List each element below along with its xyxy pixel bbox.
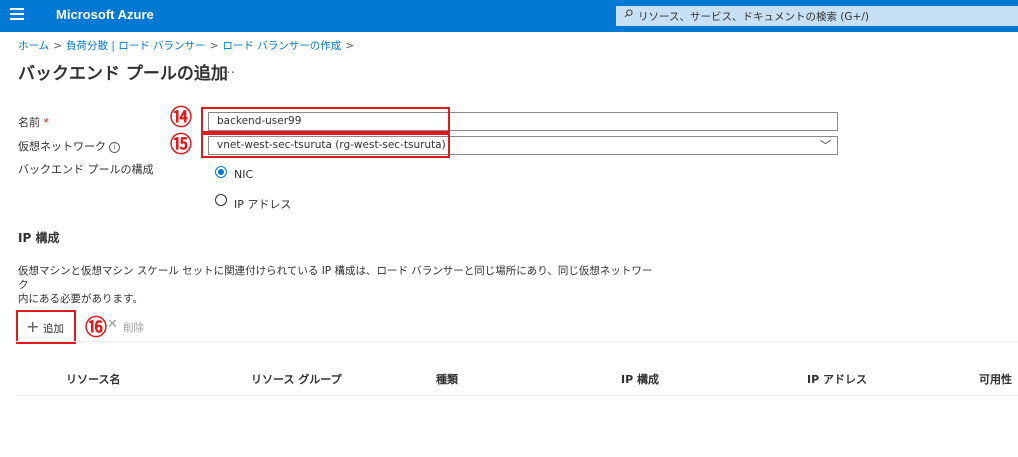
add-button-label: 追加 (43, 323, 64, 335)
top-bar: Microsoft Azure リソース、サービス、ドキュメントの検索 (G+/… (0, 0, 1018, 32)
table-divider (16, 395, 1018, 396)
plus-icon: + (26, 317, 40, 336)
breadcrumb-separator: > (53, 40, 62, 52)
annotation-box-14 (201, 107, 450, 133)
vnet-label-text: 仮想ネットワーク (18, 140, 106, 153)
radio-ip-address-label[interactable]: IP アドレス (234, 196, 291, 212)
column-header-ip-config[interactable]: IP 構成 (621, 371, 659, 387)
more-options-icon[interactable]: … (222, 62, 236, 77)
breadcrumb-load-balancing[interactable]: 負荷分散 | ロード バランサー (66, 40, 206, 52)
name-label: 名前 * (18, 114, 49, 130)
chevron-down-icon: ﹀ (820, 139, 831, 152)
search-input[interactable]: リソース、サービス、ドキュメントの検索 (G+/) (616, 6, 1018, 26)
column-header-ip-address[interactable]: IP アドレス (807, 371, 867, 387)
ip-config-heading: IP 構成 (18, 231, 60, 245)
ip-config-description-line2: 内にある必要があります。 (18, 293, 143, 305)
vnet-label: 仮想ネットワーク i (18, 138, 120, 154)
backend-config-label: バックエンド プールの構成 (18, 163, 154, 176)
info-icon[interactable]: i (109, 141, 120, 153)
brand-title[interactable]: Microsoft Azure (56, 7, 154, 22)
close-icon: ✕ (107, 317, 118, 332)
search-placeholder: リソース、サービス、ドキュメントの検索 (G+/) (638, 11, 869, 23)
column-header-resource-group[interactable]: リソース グループ (251, 371, 342, 387)
add-button[interactable]: + 追加 (16, 310, 76, 344)
radio-ip-address[interactable] (215, 194, 227, 206)
annotation-number-14: ⑭ (170, 105, 193, 131)
breadcrumb: ホーム > 負荷分散 | ロード バランサー > ロード バランサーの作成 > (18, 38, 358, 53)
required-marker: * (43, 116, 50, 129)
ip-config-description: 仮想マシンと仮想マシン スケール セットに関連付けられている IP 構成は、ロー… (18, 264, 658, 306)
menu-icon[interactable] (10, 8, 24, 20)
annotation-number-15: ⑮ (170, 132, 193, 158)
name-label-text: 名前 (18, 116, 40, 129)
delete-button[interactable]: 削除 (123, 320, 144, 335)
radio-nic-label[interactable]: NIC (234, 168, 253, 181)
breadcrumb-create-load-balancer[interactable]: ロード バランサーの作成 (222, 40, 341, 52)
page-title: バックエンド プールの追加 (18, 64, 228, 84)
annotation-box-15 (201, 133, 450, 158)
breadcrumb-separator: > (209, 40, 219, 52)
column-header-type[interactable]: 種類 (436, 371, 458, 387)
breadcrumb-separator: > (345, 40, 355, 52)
breadcrumb-home[interactable]: ホーム (18, 40, 49, 52)
annotation-number-16: ⑯ (85, 315, 108, 341)
divider (16, 341, 1018, 342)
column-header-availability[interactable]: 可用性 (979, 371, 1018, 387)
ip-config-description-line1: 仮想マシンと仮想マシン スケール セットに関連付けられている IP 構成は、ロー… (18, 265, 653, 291)
search-icon (624, 9, 633, 18)
column-header-resource-name[interactable]: リソース名 (66, 371, 120, 387)
radio-nic[interactable] (215, 166, 227, 178)
